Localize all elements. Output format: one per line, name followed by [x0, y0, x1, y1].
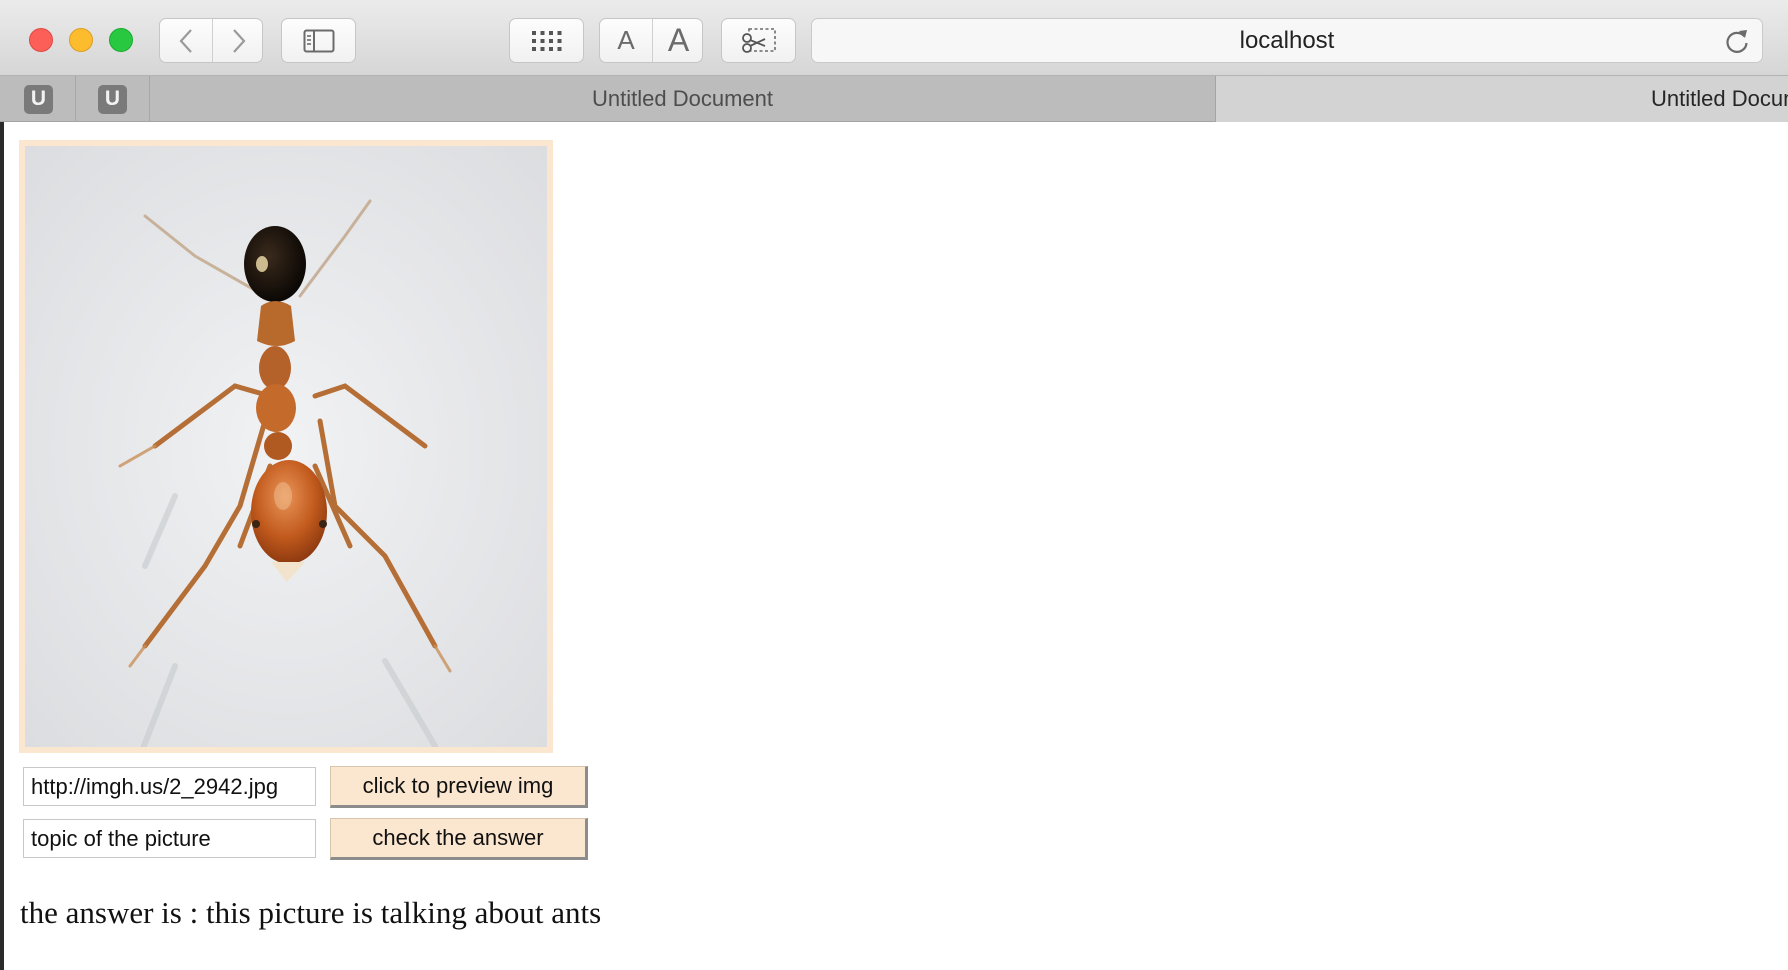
scissors-icon — [741, 27, 776, 53]
reload-button[interactable] — [1724, 28, 1750, 61]
history-nav-group — [159, 18, 263, 63]
sidebar-icon — [303, 29, 334, 52]
topic-input[interactable] — [23, 819, 316, 858]
forward-button[interactable] — [213, 19, 264, 62]
top-sites-button[interactable] — [509, 18, 584, 63]
pinned-tab-2[interactable]: U — [76, 76, 150, 122]
zoom-window-button[interactable] — [109, 28, 133, 52]
address-text: localhost — [1239, 26, 1335, 54]
preview-image-button[interactable]: click to preview img — [330, 766, 588, 808]
grid-icon — [531, 30, 561, 51]
pinned-tab-1-badge: U — [24, 84, 53, 114]
browser-toolbar: A A localhost — [0, 0, 1788, 76]
preview-image-frame — [19, 140, 553, 753]
clip-button[interactable] — [721, 18, 796, 63]
check-answer-button[interactable]: check the answer — [330, 818, 588, 860]
back-button[interactable] — [160, 19, 212, 62]
text-size-group: A A — [599, 18, 703, 63]
close-window-button[interactable] — [29, 28, 53, 52]
pinned-tab-2-badge: U — [98, 84, 127, 114]
text-smaller-button[interactable]: A — [600, 19, 652, 62]
tab-bar: U U Untitled Document Untitled Document — [0, 76, 1788, 122]
chevron-right-icon — [232, 28, 245, 53]
image-url-input[interactable] — [23, 767, 316, 806]
sidebar-button[interactable] — [281, 18, 356, 63]
chevron-left-icon — [179, 28, 192, 53]
tab-untitled-document[interactable]: Untitled Document — [1215, 76, 1788, 122]
text-larger-button[interactable]: A — [653, 19, 704, 62]
pinned-tab-1[interactable]: U — [2, 76, 76, 122]
address-bar[interactable]: localhost — [811, 18, 1763, 63]
reload-icon — [1726, 30, 1748, 53]
tab-untitled-document-active[interactable]: Untitled Document — [150, 76, 1215, 122]
minimize-window-button[interactable] — [69, 28, 93, 52]
ant-photo — [25, 146, 547, 747]
window-edge — [0, 122, 4, 970]
answer-text: the answer is : this picture is talking … — [20, 895, 602, 930]
